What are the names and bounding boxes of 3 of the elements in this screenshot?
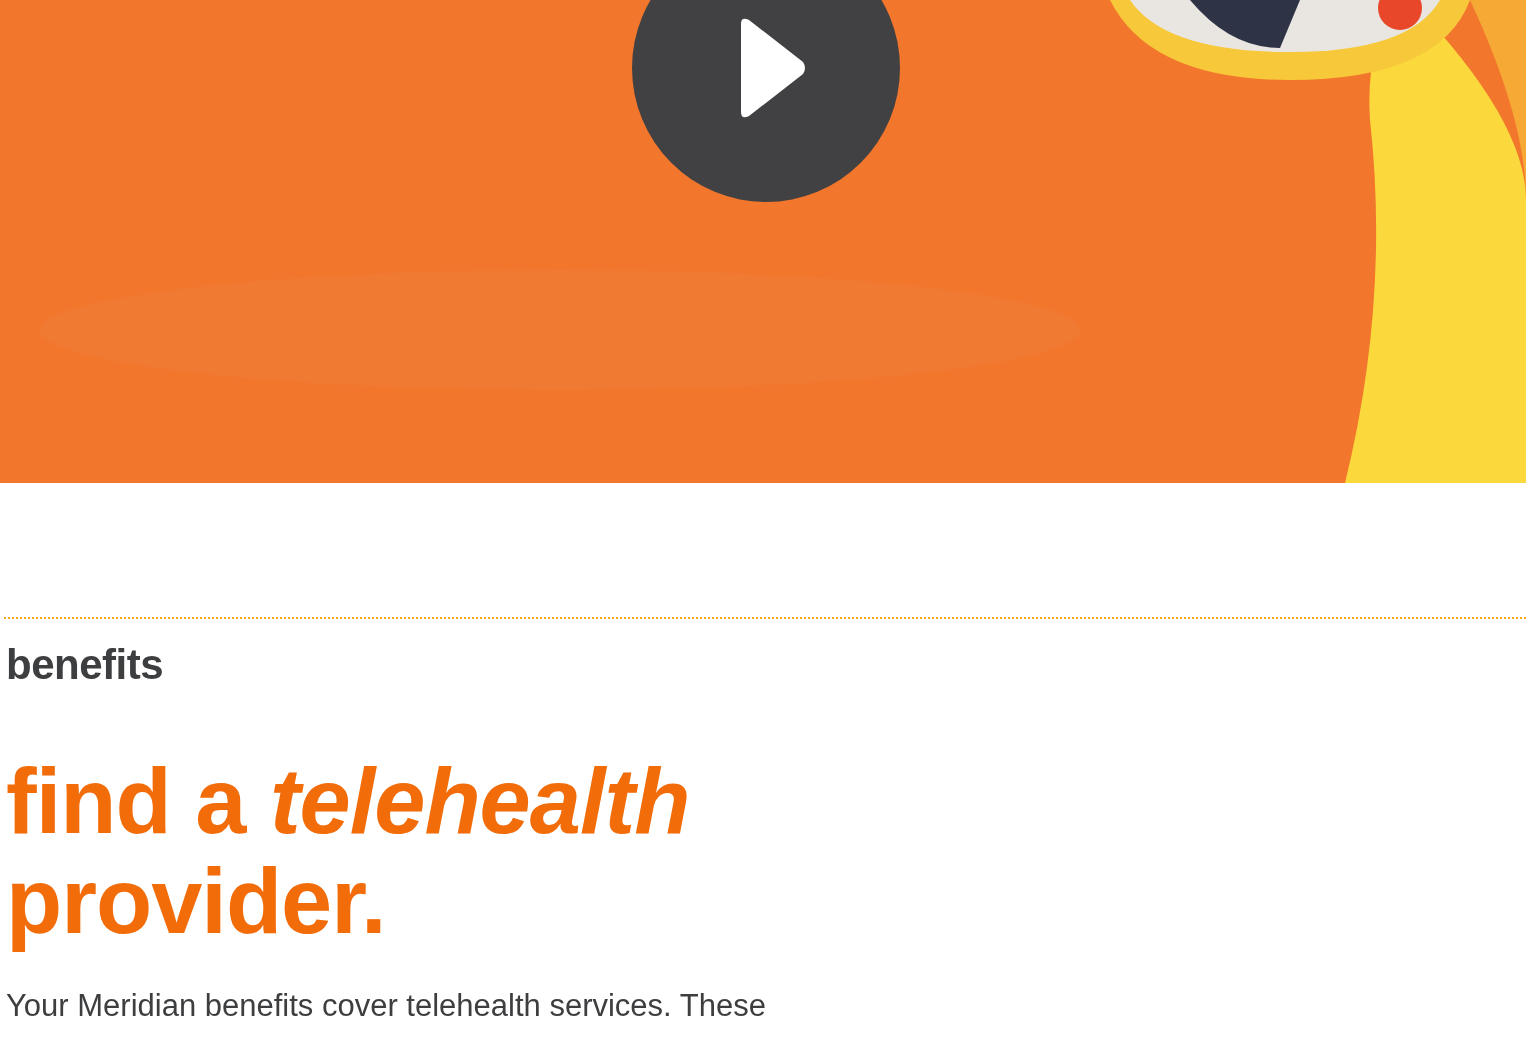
section-heading: find a telehealth provider. [6,751,691,951]
section-label: benefits [6,641,165,689]
body-text: Your Meridian benefits cover telehealth services. These [6,987,767,1025]
